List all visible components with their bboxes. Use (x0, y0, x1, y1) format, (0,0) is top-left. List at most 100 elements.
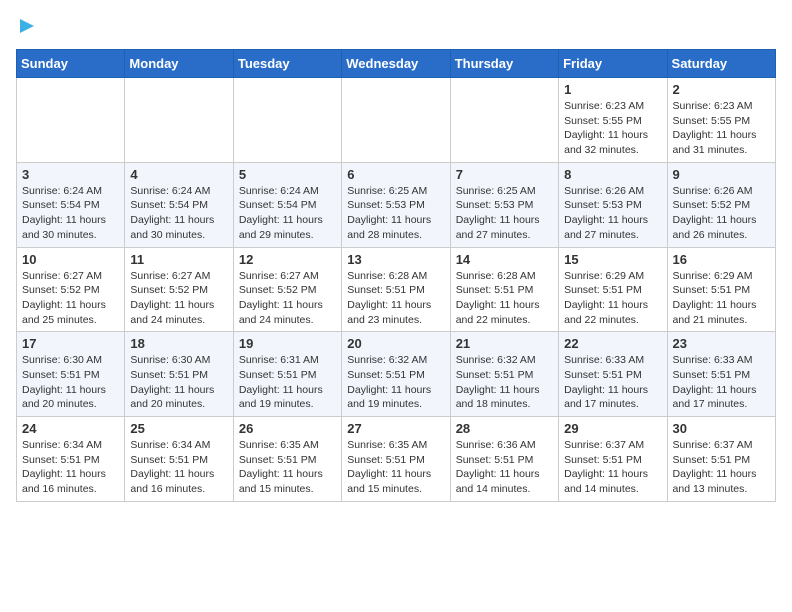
day-info: Sunrise: 6:32 AM Sunset: 5:51 PM Dayligh… (347, 353, 444, 412)
day-number: 23 (673, 336, 770, 351)
day-number: 13 (347, 252, 444, 267)
day-info: Sunrise: 6:30 AM Sunset: 5:51 PM Dayligh… (130, 353, 227, 412)
calendar-cell: 28 Sunrise: 6:36 AM Sunset: 5:51 PM Dayli… (450, 417, 558, 502)
day-number: 5 (239, 167, 336, 182)
calendar-cell: 11 Sunrise: 6:27 AM Sunset: 5:52 PM Dayli… (125, 247, 233, 332)
calendar-cell (450, 78, 558, 163)
day-number: 10 (22, 252, 119, 267)
day-info: Sunrise: 6:36 AM Sunset: 5:51 PM Dayligh… (456, 438, 553, 497)
page-header (16, 16, 776, 41)
day-number: 20 (347, 336, 444, 351)
day-info: Sunrise: 6:35 AM Sunset: 5:51 PM Dayligh… (239, 438, 336, 497)
day-number: 27 (347, 421, 444, 436)
calendar-cell: 25 Sunrise: 6:34 AM Sunset: 5:51 PM Dayli… (125, 417, 233, 502)
weekday-header: Thursday (450, 50, 558, 78)
calendar-week-row: 1 Sunrise: 6:23 AM Sunset: 5:55 PM Daylig… (17, 78, 776, 163)
calendar-cell: 23 Sunrise: 6:33 AM Sunset: 5:51 PM Dayli… (667, 332, 775, 417)
day-number: 8 (564, 167, 661, 182)
day-number: 3 (22, 167, 119, 182)
day-number: 22 (564, 336, 661, 351)
calendar-cell: 8 Sunrise: 6:26 AM Sunset: 5:53 PM Daylig… (559, 162, 667, 247)
logo-text-block (16, 16, 40, 41)
day-info: Sunrise: 6:34 AM Sunset: 5:51 PM Dayligh… (130, 438, 227, 497)
weekday-header: Friday (559, 50, 667, 78)
calendar-cell: 24 Sunrise: 6:34 AM Sunset: 5:51 PM Dayli… (17, 417, 125, 502)
calendar-cell: 2 Sunrise: 6:23 AM Sunset: 5:55 PM Daylig… (667, 78, 775, 163)
calendar-cell: 4 Sunrise: 6:24 AM Sunset: 5:54 PM Daylig… (125, 162, 233, 247)
day-info: Sunrise: 6:30 AM Sunset: 5:51 PM Dayligh… (22, 353, 119, 412)
day-info: Sunrise: 6:28 AM Sunset: 5:51 PM Dayligh… (456, 269, 553, 328)
weekday-header: Saturday (667, 50, 775, 78)
weekday-header: Wednesday (342, 50, 450, 78)
calendar-cell: 14 Sunrise: 6:28 AM Sunset: 5:51 PM Dayli… (450, 247, 558, 332)
weekday-header: Tuesday (233, 50, 341, 78)
day-info: Sunrise: 6:37 AM Sunset: 5:51 PM Dayligh… (564, 438, 661, 497)
day-info: Sunrise: 6:23 AM Sunset: 5:55 PM Dayligh… (564, 99, 661, 158)
day-info: Sunrise: 6:25 AM Sunset: 5:53 PM Dayligh… (456, 184, 553, 243)
day-number: 1 (564, 82, 661, 97)
calendar-cell: 21 Sunrise: 6:32 AM Sunset: 5:51 PM Dayli… (450, 332, 558, 417)
day-number: 26 (239, 421, 336, 436)
day-info: Sunrise: 6:34 AM Sunset: 5:51 PM Dayligh… (22, 438, 119, 497)
day-number: 14 (456, 252, 553, 267)
calendar-cell: 17 Sunrise: 6:30 AM Sunset: 5:51 PM Dayli… (17, 332, 125, 417)
calendar-cell: 19Sunrise: 6:31 AM Sunset: 5:51 PM Dayli… (233, 332, 341, 417)
weekday-header: Monday (125, 50, 233, 78)
day-info: Sunrise: 6:27 AM Sunset: 5:52 PM Dayligh… (130, 269, 227, 328)
calendar-cell: 22Sunrise: 6:33 AM Sunset: 5:51 PM Dayli… (559, 332, 667, 417)
calendar-cell: 6Sunrise: 6:25 AM Sunset: 5:53 PM Daylig… (342, 162, 450, 247)
calendar-cell: 12 Sunrise: 6:27 AM Sunset: 5:52 PM Dayli… (233, 247, 341, 332)
calendar-week-row: 24 Sunrise: 6:34 AM Sunset: 5:51 PM Dayli… (17, 417, 776, 502)
day-number: 16 (673, 252, 770, 267)
day-number: 28 (456, 421, 553, 436)
day-number: 30 (673, 421, 770, 436)
day-info: Sunrise: 6:37 AM Sunset: 5:51 PM Dayligh… (673, 438, 770, 497)
day-number: 21 (456, 336, 553, 351)
calendar-cell: 30 Sunrise: 6:37 AM Sunset: 5:51 PM Dayli… (667, 417, 775, 502)
day-info: Sunrise: 6:26 AM Sunset: 5:53 PM Dayligh… (564, 184, 661, 243)
calendar-week-row: 10 Sunrise: 6:27 AM Sunset: 5:52 PM Dayli… (17, 247, 776, 332)
calendar-cell: 29 Sunrise: 6:37 AM Sunset: 5:51 PM Dayli… (559, 417, 667, 502)
calendar-cell: 13Sunrise: 6:28 AM Sunset: 5:51 PM Dayli… (342, 247, 450, 332)
calendar-cell (233, 78, 341, 163)
calendar-cell: 5 Sunrise: 6:24 AM Sunset: 5:54 PM Daylig… (233, 162, 341, 247)
calendar-cell: 26 Sunrise: 6:35 AM Sunset: 5:51 PM Dayli… (233, 417, 341, 502)
calendar-week-row: 17 Sunrise: 6:30 AM Sunset: 5:51 PM Dayli… (17, 332, 776, 417)
calendar-table: SundayMondayTuesdayWednesdayThursdayFrid… (16, 49, 776, 502)
calendar-cell (125, 78, 233, 163)
logo-arrow-icon (20, 16, 40, 36)
calendar-header-row: SundayMondayTuesdayWednesdayThursdayFrid… (17, 50, 776, 78)
day-info: Sunrise: 6:33 AM Sunset: 5:51 PM Dayligh… (673, 353, 770, 412)
day-info: Sunrise: 6:23 AM Sunset: 5:55 PM Dayligh… (673, 99, 770, 158)
calendar-cell: 16 Sunrise: 6:29 AM Sunset: 5:51 PM Dayli… (667, 247, 775, 332)
day-number: 4 (130, 167, 227, 182)
day-number: 17 (22, 336, 119, 351)
day-number: 15 (564, 252, 661, 267)
day-info: Sunrise: 6:29 AM Sunset: 5:51 PM Dayligh… (673, 269, 770, 328)
day-info: Sunrise: 6:27 AM Sunset: 5:52 PM Dayligh… (239, 269, 336, 328)
logo (16, 16, 40, 41)
day-info: Sunrise: 6:26 AM Sunset: 5:52 PM Dayligh… (673, 184, 770, 243)
calendar-cell: 10 Sunrise: 6:27 AM Sunset: 5:52 PM Dayli… (17, 247, 125, 332)
calendar-cell: 9 Sunrise: 6:26 AM Sunset: 5:52 PM Daylig… (667, 162, 775, 247)
calendar-cell: 18 Sunrise: 6:30 AM Sunset: 5:51 PM Dayli… (125, 332, 233, 417)
day-number: 29 (564, 421, 661, 436)
day-info: Sunrise: 6:24 AM Sunset: 5:54 PM Dayligh… (130, 184, 227, 243)
day-number: 2 (673, 82, 770, 97)
day-info: Sunrise: 6:32 AM Sunset: 5:51 PM Dayligh… (456, 353, 553, 412)
calendar-cell: 20 Sunrise: 6:32 AM Sunset: 5:51 PM Dayli… (342, 332, 450, 417)
calendar-cell: 15Sunrise: 6:29 AM Sunset: 5:51 PM Dayli… (559, 247, 667, 332)
day-number: 25 (130, 421, 227, 436)
day-number: 6 (347, 167, 444, 182)
calendar-cell: 1 Sunrise: 6:23 AM Sunset: 5:55 PM Daylig… (559, 78, 667, 163)
day-number: 18 (130, 336, 227, 351)
day-number: 12 (239, 252, 336, 267)
day-info: Sunrise: 6:27 AM Sunset: 5:52 PM Dayligh… (22, 269, 119, 328)
day-info: Sunrise: 6:24 AM Sunset: 5:54 PM Dayligh… (239, 184, 336, 243)
day-number: 11 (130, 252, 227, 267)
calendar-cell (17, 78, 125, 163)
day-number: 24 (22, 421, 119, 436)
day-number: 7 (456, 167, 553, 182)
calendar-cell: 7 Sunrise: 6:25 AM Sunset: 5:53 PM Daylig… (450, 162, 558, 247)
day-number: 9 (673, 167, 770, 182)
